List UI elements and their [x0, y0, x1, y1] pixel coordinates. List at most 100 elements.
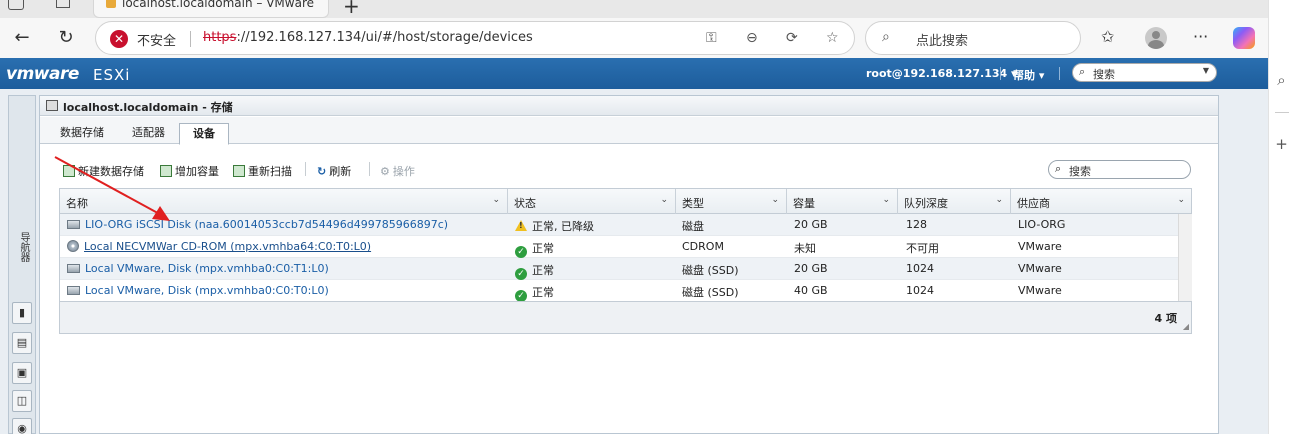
insecure-label[interactable]: 不安全 [137, 30, 176, 49]
column-header-vendor[interactable]: 供应商 ⌄ [1011, 189, 1192, 214]
back-icon[interactable]: ← [10, 26, 34, 50]
device-status: 正常, 已降级 [515, 218, 594, 234]
manage-icon[interactable]: ▤ [12, 332, 32, 354]
network-icon[interactable]: ◉ [12, 418, 32, 434]
new-datastore-label: 新建数据存储 [78, 165, 144, 178]
key-icon[interactable]: ⚿ [706, 30, 717, 46]
grid-scrollbar[interactable] [1178, 214, 1192, 301]
tab-datastores[interactable]: 数据存储 [60, 124, 104, 140]
device-name-text: LIO-ORG iSCSI Disk (naa.60014053ccb7d544… [85, 218, 449, 231]
favorite-star-icon[interactable]: ☆ [826, 30, 839, 46]
actions-label: 操作 [392, 165, 415, 178]
chevron-down-icon[interactable]: ⌄ [660, 195, 668, 205]
device-capacity: 未知 [794, 242, 816, 255]
column-label: 队列深度 [904, 197, 948, 210]
browser-tabstrip: localhost.localdomain – VMware ESXi + [0, 0, 1268, 18]
device-queue-depth: 1024 [906, 262, 934, 275]
grid-header: 名称 ⌄ 状态 ⌄ 类型 ⌄ 容量 ⌄ 队列深度 ⌄ 供应商 ⌄ [60, 189, 1191, 214]
workspaces-icon[interactable] [8, 0, 24, 10]
device-status-text: 正常, 已降级 [532, 220, 594, 233]
address-bar[interactable]: ✕ 不安全 https://192.168.127.134/ui/#/host/… [95, 21, 855, 55]
insecure-warning-icon[interactable]: ✕ [110, 30, 128, 48]
action-toolbar: 新建数据存储 增加容量 重新扫描 ↻ 刷新 ⚙ 操作 ⌕ 搜索 [40, 144, 1218, 184]
zoom-icon[interactable]: ⊖ [746, 30, 758, 46]
increase-capacity-icon [160, 165, 172, 177]
device-vendor: VMware [1018, 284, 1062, 297]
refresh-button[interactable]: ↻ 刷新 [317, 163, 351, 179]
navigator-label[interactable]: 导航器 [13, 232, 31, 262]
device-status-text: 正常 [532, 242, 554, 255]
device-capacity: 40 GB [794, 284, 828, 297]
device-name-text: Local VMware, Disk (mpx.vmhba0:C0:T1:L0) [85, 262, 329, 275]
storage-tabs: 数据存储 适配器 设备 [40, 117, 1218, 145]
column-header-queue-depth[interactable]: 队列深度 ⌄ [898, 189, 1011, 214]
tab-devices[interactable]: 设备 [179, 123, 229, 145]
device-name-text: Local VMware, Disk (mpx.vmhba0:C0:T0:L0) [85, 284, 329, 297]
tab-actions-icon[interactable] [56, 0, 70, 8]
chevron-down-icon[interactable]: ⌄ [1177, 195, 1185, 205]
chevron-down-icon[interactable]: ⌄ [492, 195, 500, 205]
esxi-body: 导航器 ▮ ▤ ▣ ◫ ◉ localhost.localdomain - 存储… [0, 89, 1268, 434]
storage-icon[interactable]: ◫ [12, 390, 32, 412]
chevron-down-icon[interactable]: ⌄ [882, 195, 890, 205]
increase-capacity-button[interactable]: 增加容量 [160, 163, 219, 179]
devices-grid: 名称 ⌄ 状态 ⌄ 类型 ⌄ 容量 ⌄ 队列深度 ⌄ 供应商 ⌄ LIO-ORG iSCSI… [59, 188, 1192, 334]
actions-button[interactable]: ⚙ 操作 [380, 163, 415, 179]
device-type: 磁盘 [682, 220, 704, 233]
table-row[interactable]: Local VMware, Disk (mpx.vmhba0:C0:T1:L0)… [60, 258, 1178, 280]
vm-icon[interactable]: ▣ [12, 362, 32, 384]
device-name[interactable]: Local VMware, Disk (mpx.vmhba0:C0:T0:L0) [67, 284, 329, 297]
device-status-text: 正常 [532, 264, 554, 277]
column-header-status[interactable]: 状态 ⌄ [508, 189, 676, 214]
address-url[interactable]: https://192.168.127.134/ui/#/host/storag… [203, 30, 533, 45]
device-capacity: 20 GB [794, 218, 828, 231]
table-row[interactable]: Local VMware, Disk (mpx.vmhba0:C0:T0:L0)… [60, 280, 1178, 302]
tab-adapters[interactable]: 适配器 [132, 124, 165, 140]
reload-icon[interactable]: ↻ [54, 26, 78, 50]
esxi-search-input[interactable]: ⌕ 搜索 ▼ [1072, 63, 1217, 82]
browser-sidebar: ⌕ + [1268, 0, 1293, 434]
copilot-icon[interactable] [1233, 27, 1255, 49]
help-menu[interactable]: 帮助 ▾ [1013, 67, 1044, 83]
device-name[interactable]: Local VMware, Disk (mpx.vmhba0:C0:T1:L0) [67, 262, 329, 275]
favorites-bar-icon[interactable]: ✩ [1101, 27, 1114, 46]
device-name[interactable]: LIO-ORG iSCSI Disk (naa.60014053ccb7d544… [67, 218, 448, 231]
host-icon[interactable]: ▮ [12, 302, 32, 324]
column-header-name[interactable]: 名称 ⌄ [60, 189, 508, 214]
sidebar-search-icon[interactable]: ⌕ [1269, 71, 1293, 89]
panel-header: localhost.localdomain - 存储 [40, 96, 1218, 116]
rescan-button[interactable]: 重新扫描 [233, 163, 292, 179]
new-datastore-button[interactable]: 新建数据存储 [63, 163, 144, 179]
chevron-down-icon[interactable]: ⌄ [771, 195, 779, 205]
browser-tab-active[interactable]: localhost.localdomain – VMware ESXi [93, 0, 329, 18]
device-name[interactable]: Local NECVMWar CD-ROM (mpx.vmhba64:C0:T0… [67, 240, 371, 253]
search-icon: ⌕ [1079, 65, 1086, 78]
device-status: ✓ 正常 [515, 262, 554, 280]
grid-footer: 4 项 ◢ [60, 301, 1191, 333]
device-vendor: VMware [1018, 240, 1062, 253]
esxi-header: vmware ESXi root@192.168.127.134 ▾ 帮助 ▾ … [0, 58, 1268, 89]
column-header-capacity[interactable]: 容量 ⌄ [787, 189, 898, 214]
app-available-icon[interactable]: ⟳ [786, 30, 798, 46]
grid-search-input[interactable]: ⌕ 搜索 [1048, 160, 1191, 179]
sidebar-add-icon[interactable]: + [1269, 135, 1293, 153]
table-row[interactable]: LIO-ORG iSCSI Disk (naa.60014053ccb7d544… [60, 214, 1178, 236]
profile-avatar[interactable] [1145, 27, 1167, 49]
new-tab-button[interactable]: + [343, 0, 360, 18]
item-count: 4 项 [1154, 312, 1177, 325]
device-queue-depth: 不可用 [906, 242, 939, 255]
more-menu-icon[interactable]: ··· [1193, 27, 1208, 46]
device-capacity: 20 GB [794, 262, 828, 275]
browser-search-box[interactable]: ⌕ 点此搜索 [865, 21, 1081, 55]
user-menu[interactable]: root@192.168.127.134 ▾ [866, 67, 1017, 80]
check-icon: ✓ [515, 268, 527, 280]
disk-icon [67, 286, 80, 295]
chevron-down-icon[interactable]: ▼ [1203, 66, 1209, 75]
table-row[interactable]: Local NECVMWar CD-ROM (mpx.vmhba64:C0:T0… [60, 236, 1178, 258]
column-header-type[interactable]: 类型 ⌄ [676, 189, 787, 214]
storage-icon [46, 100, 58, 111]
device-queue-depth: 128 [906, 218, 927, 231]
device-vendor: VMware [1018, 262, 1062, 275]
resize-grip-icon[interactable]: ◢ [1183, 322, 1189, 331]
chevron-down-icon[interactable]: ⌄ [995, 195, 1003, 205]
